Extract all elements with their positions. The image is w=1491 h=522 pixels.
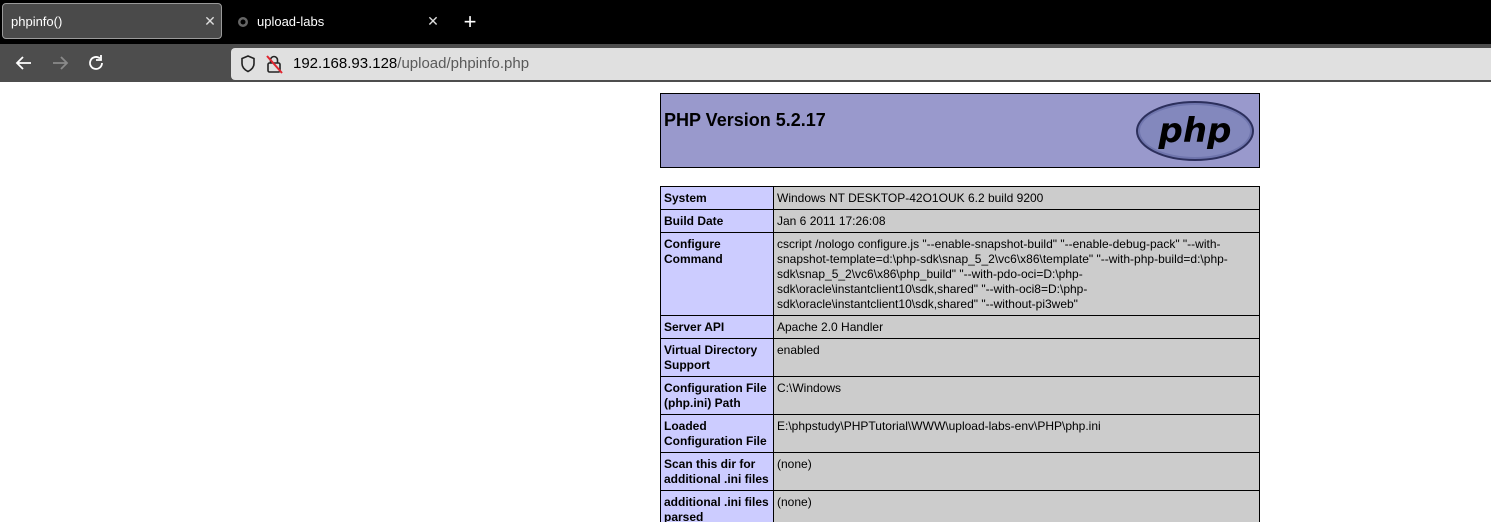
back-button[interactable] [13,52,35,74]
php-version-title: PHP Version 5.2.17 [664,110,826,130]
new-tab-icon[interactable]: + [458,10,482,34]
row-key: System [660,186,774,210]
close-tab-icon[interactable]: ✕ [422,13,444,30]
url-path: /upload/phpinfo.php [397,55,530,72]
row-key: Scan this dir for additional .ini files [660,452,774,491]
reload-button[interactable] [85,52,107,74]
row-value: (none) [773,452,1260,491]
row-key: Build Date [660,209,774,233]
table-row: Build Date Jan 6 2011 17:26:08 [660,209,1260,233]
address-bar[interactable]: 192.168.93.128/upload/phpinfo.php [231,48,1491,80]
url-text[interactable]: 192.168.93.128/upload/phpinfo.php [293,55,529,72]
row-value: enabled [773,338,1260,377]
row-value: Windows NT DESKTOP-42O1OUK 6.2 build 920… [773,186,1260,210]
php-logo[interactable]: php [1135,100,1255,162]
phpinfo-container: PHP Version 5.2.17 php System Windows NT … [660,93,1260,522]
row-key: Virtual Directory Support [660,338,774,377]
forward-button[interactable] [49,52,71,74]
table-row: Server API Apache 2.0 Handler [660,315,1260,339]
row-key: additional .ini files parsed [660,490,774,522]
table-row: Configuration File (php.ini) Path C:\Wind… [660,376,1260,415]
tab-bar: phpinfo() ✕ upload-labs ✕ + [0,0,1491,44]
row-key: Configuration File (php.ini) Path [660,376,774,415]
table-row: Virtual Directory Support enabled [660,338,1260,377]
row-value: C:\Windows [773,376,1260,415]
tab-upload-labs[interactable]: upload-labs ✕ [230,3,444,39]
row-value: (none) [773,490,1260,522]
row-value: cscript /nologo configure.js "--enable-s… [773,232,1260,316]
insecure-lock-icon[interactable] [265,54,283,79]
shield-icon[interactable] [239,54,257,79]
row-value: Jan 6 2011 17:26:08 [773,209,1260,233]
info-table: System Windows NT DESKTOP-42O1OUK 6.2 bui… [660,186,1260,522]
close-tab-icon[interactable]: ✕ [199,13,221,30]
php-version-header: PHP Version 5.2.17 php [660,93,1260,168]
tab-title: phpinfo() [11,13,63,29]
row-key: Configure Command [660,232,774,316]
row-key: Server API [660,315,774,339]
page-content: PHP Version 5.2.17 php System Windows NT … [0,82,1491,522]
row-value: Apache 2.0 Handler [773,315,1260,339]
info-table-body: System Windows NT DESKTOP-42O1OUK 6.2 bui… [660,186,1260,522]
table-row: additional .ini files parsed (none) [660,490,1260,522]
table-row: Scan this dir for additional .ini files(… [660,452,1260,491]
php-logo-text: php [1158,111,1232,151]
table-row: Loaded Configuration File E:\phpstudy\PHP… [660,414,1260,453]
table-row: Configure Command cscript /nologo configu… [660,232,1260,316]
tab-phpinfo[interactable]: phpinfo() ✕ [2,3,222,39]
table-row: System Windows NT DESKTOP-42O1OUK 6.2 bui… [660,186,1260,210]
url-host: 192.168.93.128 [293,55,398,72]
favicon-icon [236,14,250,28]
row-key: Loaded Configuration File [660,414,774,453]
tab-title: upload-labs [257,13,325,29]
row-value: E:\phpstudy\PHPTutorial\WWW\upload-labs-… [773,414,1260,453]
